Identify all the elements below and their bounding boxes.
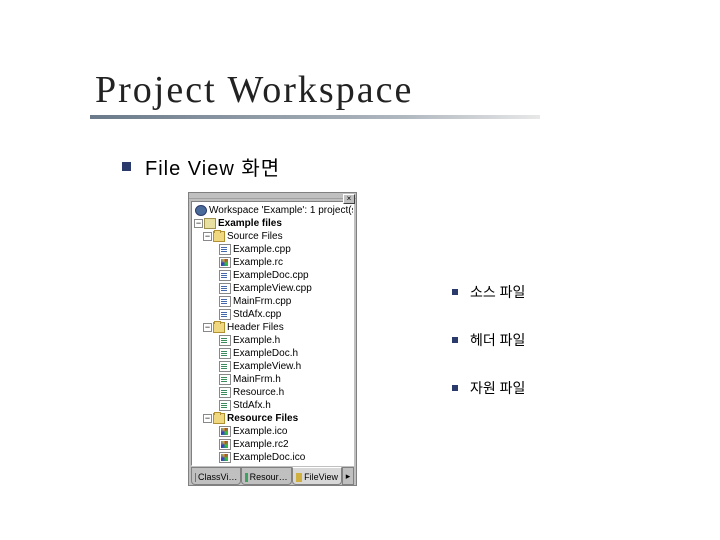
fileview-icon bbox=[296, 473, 302, 482]
legend-label: 소스 파일 bbox=[470, 282, 525, 302]
file-label: StdAfx.h bbox=[233, 399, 271, 412]
file-tree[interactable]: Workspace 'Example': 1 project(s) − Exam… bbox=[191, 201, 354, 466]
source-item[interactable]: ExampleDoc.cpp bbox=[194, 269, 353, 282]
folder-resource[interactable]: − Resource Files bbox=[194, 412, 353, 425]
resource-item[interactable]: Example.ico bbox=[194, 425, 353, 438]
file-label: Example.rc bbox=[233, 256, 283, 269]
classview-icon bbox=[195, 473, 196, 482]
section-row: File View 화면 bbox=[122, 152, 280, 181]
h-icon bbox=[219, 374, 231, 385]
workspace-icon bbox=[195, 205, 207, 216]
tab-label: ClassVi… bbox=[198, 472, 237, 482]
workspace-node[interactable]: Workspace 'Example': 1 project(s) bbox=[194, 204, 353, 217]
file-label: MainFrm.cpp bbox=[233, 295, 291, 308]
header-item[interactable]: Example.h bbox=[194, 334, 353, 347]
folder-icon bbox=[213, 322, 225, 333]
project-label: Example files bbox=[218, 217, 282, 230]
h-icon bbox=[219, 335, 231, 346]
legend-item-header: 헤더 파일 bbox=[452, 330, 525, 350]
file-label: StdAfx.cpp bbox=[233, 308, 281, 321]
title-underline bbox=[90, 115, 540, 119]
res-icon bbox=[219, 452, 231, 463]
res-icon bbox=[219, 465, 231, 466]
legend-label: 헤더 파일 bbox=[470, 330, 525, 350]
resourceview-icon bbox=[245, 473, 247, 482]
file-label: Resource.h bbox=[233, 386, 284, 399]
collapse-icon[interactable]: − bbox=[203, 414, 212, 423]
section-label: File View 화면 bbox=[145, 152, 280, 181]
h-icon bbox=[219, 387, 231, 398]
collapse-icon[interactable]: − bbox=[203, 323, 212, 332]
rc-icon bbox=[219, 257, 231, 268]
collapse-icon[interactable]: − bbox=[194, 219, 203, 228]
folder-label: Resource Files bbox=[227, 412, 298, 425]
file-label: ExampleDoc.cpp bbox=[233, 269, 309, 282]
tab-classview[interactable]: ClassVi… bbox=[191, 467, 241, 485]
file-label: Example.rc2 bbox=[233, 438, 289, 451]
cpp-icon bbox=[219, 296, 231, 307]
tab-label: FileView bbox=[304, 472, 338, 482]
resource-item[interactable]: Toolbar.bmp bbox=[194, 464, 353, 466]
cpp-icon bbox=[219, 270, 231, 281]
resource-item[interactable]: ExampleDoc.ico bbox=[194, 451, 353, 464]
header-item[interactable]: StdAfx.h bbox=[194, 399, 353, 412]
slide-title: Project Workspace bbox=[95, 68, 413, 112]
header-item[interactable]: ExampleDoc.h bbox=[194, 347, 353, 360]
res-icon bbox=[219, 439, 231, 450]
legend-item-resource: 자원 파일 bbox=[452, 378, 525, 398]
file-label: MainFrm.h bbox=[233, 373, 281, 386]
h-icon bbox=[219, 361, 231, 372]
file-label: ExampleDoc.ico bbox=[233, 451, 305, 464]
folder-icon bbox=[213, 413, 225, 424]
h-icon bbox=[219, 400, 231, 411]
panel-titlebar bbox=[189, 193, 356, 199]
workspace-panel: × Workspace 'Example': 1 project(s) − Ex… bbox=[188, 192, 357, 486]
folder-label: Header Files bbox=[227, 321, 284, 334]
source-item[interactable]: MainFrm.cpp bbox=[194, 295, 353, 308]
header-item[interactable]: Resource.h bbox=[194, 386, 353, 399]
cpp-icon bbox=[219, 283, 231, 294]
file-label: ExampleView.h bbox=[233, 360, 301, 373]
file-label: ExampleView.cpp bbox=[233, 282, 312, 295]
workspace-label: Workspace 'Example': 1 project(s) bbox=[209, 204, 353, 217]
resource-item[interactable]: Example.rc2 bbox=[194, 438, 353, 451]
cpp-icon bbox=[219, 309, 231, 320]
folder-icon bbox=[213, 231, 225, 242]
project-node[interactable]: − Example files bbox=[194, 217, 353, 230]
file-label: ExampleDoc.h bbox=[233, 347, 298, 360]
file-label: Example.h bbox=[233, 334, 280, 347]
bullet-icon bbox=[452, 385, 458, 391]
folder-header[interactable]: − Header Files bbox=[194, 321, 353, 334]
tab-fileview[interactable]: FileView bbox=[292, 467, 342, 485]
bullet-icon bbox=[122, 162, 131, 171]
legend-label: 자원 파일 bbox=[470, 378, 525, 398]
res-icon bbox=[219, 426, 231, 437]
folder-source[interactable]: − Source Files bbox=[194, 230, 353, 243]
file-label: Example.ico bbox=[233, 425, 287, 438]
bullet-icon bbox=[452, 337, 458, 343]
source-item[interactable]: ExampleView.cpp bbox=[194, 282, 353, 295]
close-button[interactable]: × bbox=[343, 194, 355, 204]
tab-resourceview[interactable]: Resour… bbox=[241, 467, 291, 485]
bullet-icon bbox=[452, 289, 458, 295]
h-icon bbox=[219, 348, 231, 359]
header-item[interactable]: MainFrm.h bbox=[194, 373, 353, 386]
panel-tabs: ClassVi… Resour… FileView bbox=[191, 467, 342, 485]
source-item[interactable]: Example.cpp bbox=[194, 243, 353, 256]
source-item[interactable]: Example.rc bbox=[194, 256, 353, 269]
header-item[interactable]: ExampleView.h bbox=[194, 360, 353, 373]
collapse-icon[interactable]: − bbox=[203, 232, 212, 241]
legend-item-source: 소스 파일 bbox=[452, 282, 525, 302]
project-icon bbox=[204, 218, 216, 229]
cpp-icon bbox=[219, 244, 231, 255]
folder-label: Source Files bbox=[227, 230, 283, 243]
tab-label: Resour… bbox=[250, 472, 288, 482]
file-label: Toolbar.bmp bbox=[233, 464, 287, 466]
tab-scroll-right[interactable]: ▸ bbox=[342, 467, 354, 485]
legend: 소스 파일 헤더 파일 자원 파일 bbox=[452, 282, 525, 426]
source-item[interactable]: StdAfx.cpp bbox=[194, 308, 353, 321]
file-label: Example.cpp bbox=[233, 243, 291, 256]
